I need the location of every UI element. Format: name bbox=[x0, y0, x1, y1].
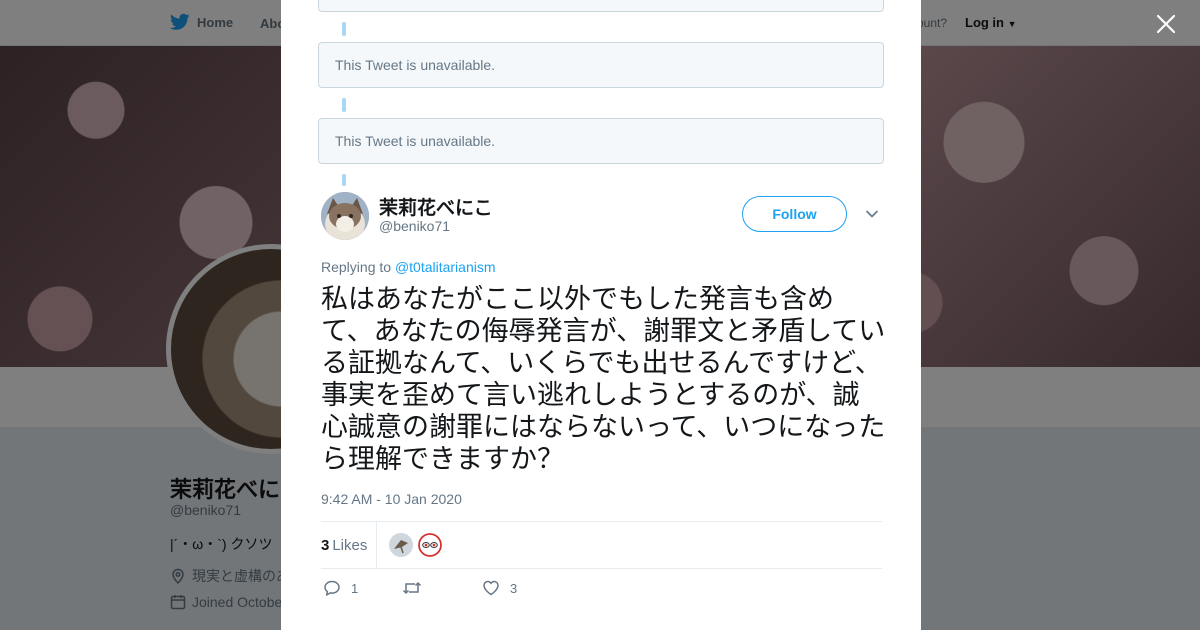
liker-avatar[interactable] bbox=[389, 533, 413, 557]
cat-avatar-image bbox=[321, 192, 369, 240]
tweet-modal: This Tweet is unavailable. This Tweet is… bbox=[281, 0, 921, 630]
tweet-stats: 3 Likes bbox=[321, 521, 882, 569]
reply-icon bbox=[324, 580, 340, 596]
follow-button[interactable]: Follow bbox=[742, 196, 847, 232]
likes-label: Likes bbox=[332, 537, 368, 554]
eyes-avatar-image bbox=[418, 533, 442, 557]
stats-divider bbox=[376, 522, 377, 568]
unavailable-tweet: This Tweet is unavailable. bbox=[318, 118, 884, 164]
replying-to-prefix: Replying to bbox=[321, 259, 392, 275]
tweet-actions: 1 3 bbox=[321, 579, 882, 603]
thread-connector bbox=[342, 22, 346, 36]
unavailable-tweet: This Tweet is unavailable. bbox=[318, 42, 884, 88]
retweet-icon bbox=[402, 581, 422, 595]
bird-avatar-image bbox=[389, 533, 413, 557]
tweet-author-name[interactable]: 茉莉花べにこ bbox=[379, 193, 493, 220]
like-count: 3 bbox=[510, 580, 518, 596]
unavailable-tweet-text: This Tweet is unavailable. bbox=[335, 57, 496, 73]
tweet-timestamp[interactable]: 9:42 AM - 10 Jan 2020 bbox=[321, 491, 462, 507]
unavailable-tweet-top bbox=[318, 0, 884, 12]
chevron-down-icon bbox=[866, 210, 878, 218]
replying-to-link[interactable]: @t0talitarianism bbox=[395, 259, 496, 275]
close-icon bbox=[1156, 14, 1176, 34]
reply-button[interactable]: 1 bbox=[323, 579, 358, 597]
thread-connector bbox=[342, 98, 346, 112]
reply-count: 1 bbox=[351, 580, 359, 596]
likes-stat[interactable]: 3 Likes bbox=[321, 537, 367, 554]
heart-icon bbox=[483, 580, 499, 596]
retweet-button[interactable] bbox=[402, 579, 432, 597]
tweet-options-button[interactable] bbox=[864, 206, 880, 222]
tweet-author-avatar[interactable] bbox=[321, 192, 369, 240]
like-button[interactable]: 3 bbox=[482, 579, 517, 597]
close-modal-button[interactable] bbox=[1152, 10, 1180, 38]
likes-count: 3 bbox=[321, 537, 330, 554]
tweet-text: 私はあなたがここ以外でもした発言も含めて、あなたの侮辱発言が、謝罪文と矛盾してい… bbox=[321, 284, 886, 475]
liker-avatar[interactable] bbox=[418, 533, 442, 557]
tweet-author-handle[interactable]: @beniko71 bbox=[379, 218, 450, 234]
unavailable-tweet-text: This Tweet is unavailable. bbox=[335, 133, 496, 149]
replying-to: Replying to @t0talitarianism bbox=[321, 259, 496, 275]
thread-connector bbox=[342, 174, 346, 186]
